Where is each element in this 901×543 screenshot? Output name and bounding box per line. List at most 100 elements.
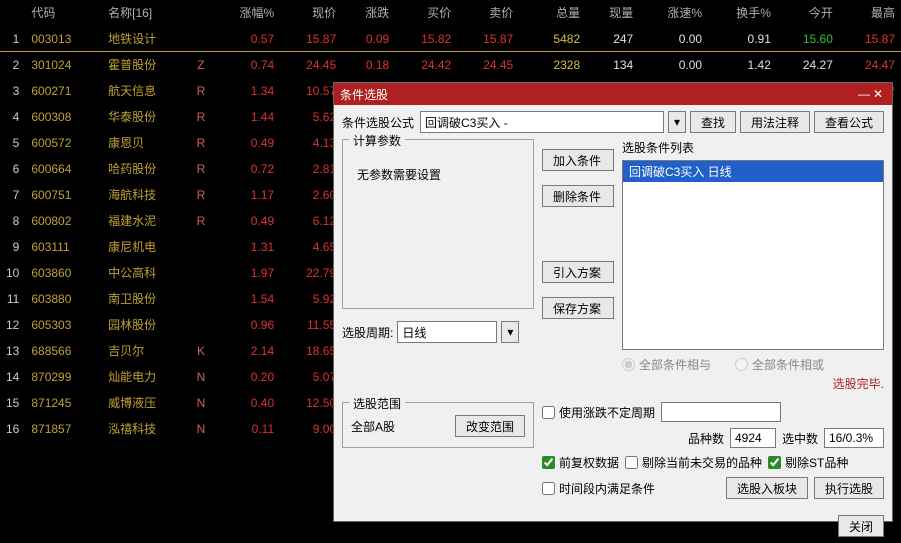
condition-list[interactable]: 回调破C3买入 日线 bbox=[622, 160, 884, 350]
cell-name[interactable]: 吉贝尔 bbox=[102, 338, 191, 364]
find-button[interactable]: 查找 bbox=[690, 111, 736, 133]
dialog-title: 条件选股 bbox=[340, 86, 388, 103]
cell-name[interactable]: 霍普股份 bbox=[102, 52, 191, 78]
exec-button[interactable]: 执行选股 bbox=[814, 477, 884, 499]
table-row[interactable]: 2 301024 霍普股份 Z 0.74 24.45 0.18 24.42 24… bbox=[0, 52, 901, 78]
col-header[interactable]: 名称[16] bbox=[102, 0, 191, 26]
change-range-button[interactable]: 改变范围 bbox=[455, 415, 525, 437]
cell-code[interactable]: 603111 bbox=[25, 234, 102, 260]
time-in-range-check[interactable]: 时间段内满足条件 bbox=[542, 480, 655, 497]
undef-period-input[interactable] bbox=[661, 402, 781, 422]
close-button[interactable]: 关闭 bbox=[838, 515, 884, 537]
cell-name[interactable]: 泓禧科技 bbox=[102, 416, 191, 442]
col-header[interactable]: 现量 bbox=[586, 0, 639, 26]
close-icon[interactable]: ✕ bbox=[870, 86, 886, 102]
cell-pct: 0.40 bbox=[211, 390, 280, 416]
count-field[interactable] bbox=[730, 428, 776, 448]
cell-name[interactable]: 康尼机电 bbox=[102, 234, 191, 260]
cell-name[interactable]: 康恩贝 bbox=[102, 130, 191, 156]
cell-code[interactable]: 603860 bbox=[25, 260, 102, 286]
cell-code[interactable]: 003013 bbox=[25, 26, 102, 52]
cell-tag bbox=[191, 312, 212, 338]
usage-button[interactable]: 用法注释 bbox=[740, 111, 810, 133]
cell-code[interactable]: 600308 bbox=[25, 104, 102, 130]
cell-tag: R bbox=[191, 104, 212, 130]
fq-check[interactable]: 前复权数据 bbox=[542, 454, 619, 471]
cell-pct: 1.31 bbox=[211, 234, 280, 260]
cell-name[interactable]: 海航科技 bbox=[102, 182, 191, 208]
formula-label: 条件选股公式 bbox=[342, 114, 414, 131]
dialog-title-bar[interactable]: 条件选股 — ✕ bbox=[334, 83, 892, 105]
cell-code[interactable]: 600572 bbox=[25, 130, 102, 156]
cell-code[interactable]: 301024 bbox=[25, 52, 102, 78]
cell-code[interactable]: 871857 bbox=[25, 416, 102, 442]
condition-list-item[interactable]: 回调破C3买入 日线 bbox=[623, 161, 883, 182]
cell-name[interactable]: 航天信息 bbox=[102, 78, 191, 104]
to-block-button[interactable]: 选股入板块 bbox=[726, 477, 808, 499]
exclude-st-check[interactable]: 剔除ST品种 bbox=[768, 454, 848, 471]
cell-name[interactable]: 园林股份 bbox=[102, 312, 191, 338]
cell-name[interactable]: 灿能电力 bbox=[102, 364, 191, 390]
col-header[interactable]: 代码 bbox=[25, 0, 102, 26]
delete-condition-button[interactable]: 删除条件 bbox=[542, 185, 614, 207]
cell-turn: 0.91 bbox=[708, 26, 777, 52]
cell-pct: 1.54 bbox=[211, 286, 280, 312]
table-row[interactable]: 1 003013 地铁设计 0.57 15.87 0.09 15.82 15.8… bbox=[0, 26, 901, 52]
cell-name[interactable]: 福建水泥 bbox=[102, 208, 191, 234]
save-plan-button[interactable]: 保存方案 bbox=[542, 297, 614, 319]
cell-name[interactable]: 南卫股份 bbox=[102, 286, 191, 312]
cell-tag bbox=[191, 286, 212, 312]
condition-stock-dialog: 条件选股 — ✕ 条件选股公式 ▾ 查找 用法注释 查看公式 计算参数 无参数需… bbox=[333, 82, 893, 522]
col-header[interactable]: 涨跌 bbox=[342, 0, 395, 26]
radio-and[interactable]: 全部条件相与 bbox=[622, 356, 711, 373]
formula-combo[interactable] bbox=[420, 111, 664, 133]
hit-field[interactable] bbox=[824, 428, 884, 448]
cell-code[interactable]: 871245 bbox=[25, 390, 102, 416]
cell-tag: N bbox=[191, 364, 212, 390]
cell-code[interactable]: 688566 bbox=[25, 338, 102, 364]
cell-code[interactable]: 600802 bbox=[25, 208, 102, 234]
cell-tag bbox=[191, 260, 212, 286]
minimize-icon[interactable]: — bbox=[858, 87, 870, 101]
cell-code[interactable]: 605303 bbox=[25, 312, 102, 338]
calc-legend: 计算参数 bbox=[349, 132, 405, 149]
col-header[interactable]: 现价 bbox=[280, 0, 342, 26]
cell-name[interactable]: 华泰股份 bbox=[102, 104, 191, 130]
chevron-down-icon[interactable]: ▾ bbox=[668, 111, 686, 133]
cell-price: 24.45 bbox=[280, 52, 342, 78]
col-header[interactable]: 总量 bbox=[519, 0, 586, 26]
cell-tag: R bbox=[191, 208, 212, 234]
cell-name[interactable]: 中公高科 bbox=[102, 260, 191, 286]
cell-name[interactable]: 威博液压 bbox=[102, 390, 191, 416]
cell-name[interactable]: 哈药股份 bbox=[102, 156, 191, 182]
add-condition-button[interactable]: 加入条件 bbox=[542, 149, 614, 171]
col-header[interactable]: 今开 bbox=[777, 0, 839, 26]
cell-pct: 1.34 bbox=[211, 78, 280, 104]
cell-tag: R bbox=[191, 156, 212, 182]
cell-code[interactable]: 600664 bbox=[25, 156, 102, 182]
radio-or[interactable]: 全部条件相或 bbox=[735, 356, 824, 373]
exclude-notrade-check[interactable]: 剔除当前未交易的品种 bbox=[625, 454, 762, 471]
cell-pct: 1.44 bbox=[211, 104, 280, 130]
use-undef-period-check[interactable]: 使用涨跌不定周期 bbox=[542, 404, 655, 421]
cell-code[interactable]: 600271 bbox=[25, 78, 102, 104]
cell-code[interactable]: 603880 bbox=[25, 286, 102, 312]
col-header[interactable]: 最高 bbox=[839, 0, 901, 26]
period-combo[interactable] bbox=[397, 321, 497, 343]
cell-pct: 0.49 bbox=[211, 208, 280, 234]
cell-pct: 0.57 bbox=[211, 26, 280, 52]
import-plan-button[interactable]: 引入方案 bbox=[542, 261, 614, 283]
chevron-down-icon[interactable]: ▾ bbox=[501, 321, 519, 343]
col-header[interactable]: 涨幅% bbox=[211, 0, 280, 26]
col-header[interactable] bbox=[191, 0, 212, 26]
cell-code[interactable]: 870299 bbox=[25, 364, 102, 390]
cell-name[interactable]: 地铁设计 bbox=[102, 26, 191, 52]
col-header[interactable]: 涨速% bbox=[639, 0, 708, 26]
col-header[interactable]: 卖价 bbox=[457, 0, 519, 26]
cell-code[interactable]: 600751 bbox=[25, 182, 102, 208]
col-header[interactable]: 换手% bbox=[708, 0, 777, 26]
col-header[interactable]: 买价 bbox=[395, 0, 457, 26]
view-formula-button[interactable]: 查看公式 bbox=[814, 111, 884, 133]
cell-vol: 2328 bbox=[519, 52, 586, 78]
cell-tag bbox=[191, 26, 212, 52]
